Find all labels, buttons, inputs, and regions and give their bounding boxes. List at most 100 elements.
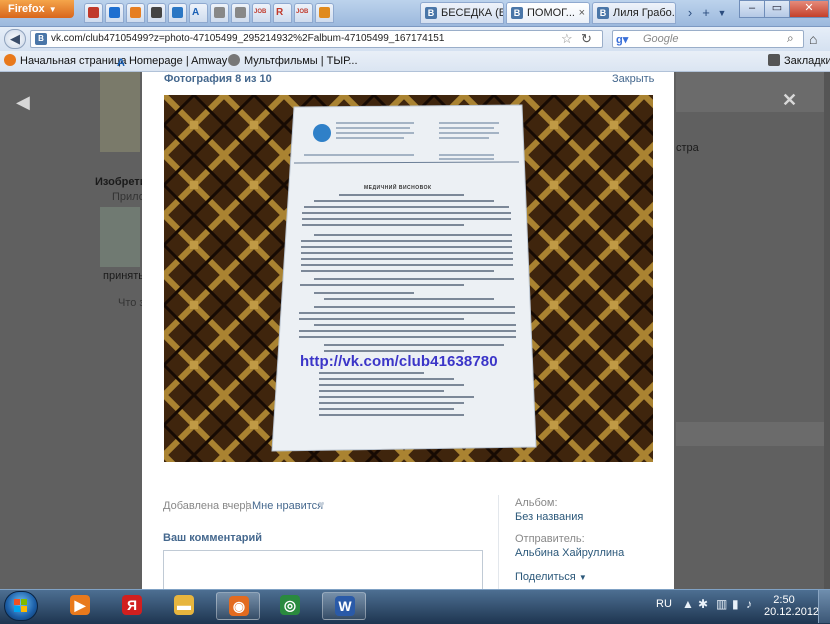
bookmark-amway[interactable]: A Homepage | Amway (117, 54, 228, 69)
pinned-tab[interactable]: A (189, 3, 208, 23)
pinned-tab-icon: R (276, 7, 284, 18)
bookmark-cartoons[interactable]: Мультфильмы | ТЫР... (228, 54, 358, 68)
maximize-icon[interactable]: ▭ (764, 0, 790, 18)
pinned-tab[interactable]: JOB (294, 3, 313, 23)
clock[interactable]: 2:50 20.12.2012 (764, 594, 820, 618)
pinned-tab[interactable] (315, 3, 334, 23)
back-arrow-icon[interactable]: ◀ (4, 29, 26, 49)
previous-photo-icon[interactable]: ◀ (16, 92, 30, 113)
watermark-url: http://vk.com/club41638780 (300, 353, 498, 370)
tab-beседка[interactable]: B БЕСЕДКА (Б... (420, 2, 504, 24)
site-identity-icon: B (35, 33, 47, 45)
search-placeholder: Google (643, 33, 679, 45)
pinned-tab[interactable]: JOB (252, 3, 271, 23)
tab-label: ПОМОГ... (527, 7, 575, 19)
language-indicator[interactable]: RU (656, 598, 672, 610)
background-text: Что з (118, 297, 145, 309)
taskbar-media-player[interactable]: ▶ (58, 592, 102, 620)
bluetooth-icon[interactable]: ✱ (698, 597, 708, 611)
pinned-tab[interactable]: R (273, 3, 292, 23)
chevron-down-icon: ▼ (48, 5, 57, 14)
taskbar-chrome[interactable]: ◎ (268, 592, 312, 620)
added-date: Добавлена вчера (163, 500, 252, 512)
carpet-and-document-illustration (164, 95, 653, 462)
photo-counter: Фотография 8 из 10 (164, 73, 272, 85)
share-dropdown[interactable]: Поделиться ▼ (515, 571, 587, 583)
search-icon[interactable]: ⌕ (787, 31, 794, 46)
reload-icon[interactable]: ↻ (581, 31, 592, 47)
tray-expand-icon[interactable]: ▲ (682, 597, 694, 611)
vk-icon: B (597, 7, 609, 19)
comment-input[interactable] (163, 550, 483, 592)
taskbar-firefox[interactable]: ◉ (216, 592, 260, 620)
heart-icon[interactable]: ♥ (318, 499, 325, 511)
pinned-tab[interactable] (126, 3, 145, 23)
bookmarks-menu[interactable]: Закладки (768, 54, 830, 68)
close-window-icon[interactable]: ✕ (789, 0, 829, 18)
pinned-tab[interactable] (231, 3, 250, 23)
chrome-icon: ◎ (280, 595, 300, 615)
background-block (676, 72, 824, 112)
tab-label: Лиля Грабо... (613, 7, 676, 19)
amway-icon: A (117, 57, 125, 69)
bookmark-star-icon[interactable]: ☆ (561, 31, 573, 47)
pinned-tab[interactable] (210, 3, 229, 23)
firefox-menu-button[interactable]: Firefox ▼ (0, 0, 74, 18)
bookmarks-menu-label: Закладки (784, 55, 830, 67)
pinned-tab[interactable] (84, 3, 103, 23)
close-link[interactable]: Закрыть (612, 73, 654, 85)
bookmark-label: Homepage | Amway (128, 55, 228, 67)
like-button[interactable]: Мне нравится (252, 500, 323, 512)
background-thumbnail (100, 207, 140, 267)
firefox-icon: ◉ (229, 596, 249, 616)
bookmark-start-page[interactable]: Начальная страница (4, 54, 126, 68)
media-player-icon: ▶ (70, 595, 90, 615)
pinned-tab[interactable] (105, 3, 124, 23)
firefox-icon (4, 54, 16, 66)
pinned-tab[interactable] (168, 3, 187, 23)
background-text: Прило (112, 191, 145, 203)
bookmarks-icon (768, 54, 780, 66)
firefox-menu-label: Firefox (8, 3, 45, 15)
photo-image[interactable]: МЕДИЧНИЙ ВИСНОВОК http://vk.com/club4163… (164, 95, 653, 462)
clock-date: 20.12.2012 (764, 606, 820, 618)
minimize-icon[interactable]: – (739, 0, 765, 18)
taskbar-word[interactable]: W (322, 592, 366, 620)
explorer-icon: ▬ (174, 595, 194, 615)
bookmark-label: Мультфильмы | ТЫР... (244, 55, 358, 67)
url-bar[interactable]: B vk.com/club47105499?z=photo-47105499_2… (30, 30, 603, 48)
pinned-tab-icon (235, 7, 246, 18)
windows-logo-icon (14, 599, 27, 612)
search-bar[interactable]: g▾ Google ⌕ (612, 30, 804, 48)
tab-pomog[interactable]: B ПОМОГ... × (506, 2, 590, 24)
google-icon[interactable]: g▾ (616, 33, 628, 46)
network-icon[interactable]: ▥ (716, 597, 727, 611)
close-viewer-icon[interactable]: ✕ (782, 90, 797, 111)
battery-icon[interactable]: ▮ (732, 597, 739, 611)
url-text: vk.com/club47105499?z=photo-47105499_295… (51, 33, 445, 44)
show-desktop-button[interactable] (818, 590, 830, 623)
taskbar-yandex[interactable]: Я (110, 592, 154, 620)
volume-icon[interactable]: ♪ (746, 597, 752, 611)
document-title: МЕДИЧНИЙ ВИСНОВОК (364, 185, 432, 191)
taskbar-explorer[interactable]: ▬ (162, 592, 206, 620)
close-tab-icon[interactable]: × (579, 3, 585, 23)
start-button[interactable] (4, 591, 38, 621)
home-icon[interactable]: ⌂ (809, 31, 817, 47)
album-link[interactable]: Без названия (515, 511, 583, 523)
pinned-tab[interactable] (147, 3, 166, 23)
sidebar-divider (498, 495, 499, 589)
background-text: стра (676, 142, 699, 154)
all-tabs-icon[interactable]: ▼ (713, 4, 731, 22)
pinned-tab-icon: JOB (254, 9, 267, 15)
comment-heading: Ваш комментарий (163, 532, 263, 544)
chevron-down-icon: ▼ (578, 573, 587, 582)
sender-link[interactable]: Альбина Хайруллина (515, 547, 624, 559)
page-scrollbar[interactable] (824, 72, 830, 589)
word-icon: W (335, 596, 355, 616)
pinned-tab-icon (130, 7, 141, 18)
album-label: Альбом: (515, 497, 558, 509)
tab-lilya[interactable]: B Лиля Грабо... (592, 2, 676, 24)
pinned-tab-icon: JOB (296, 9, 309, 15)
pinned-tab-icon: A (192, 7, 200, 18)
